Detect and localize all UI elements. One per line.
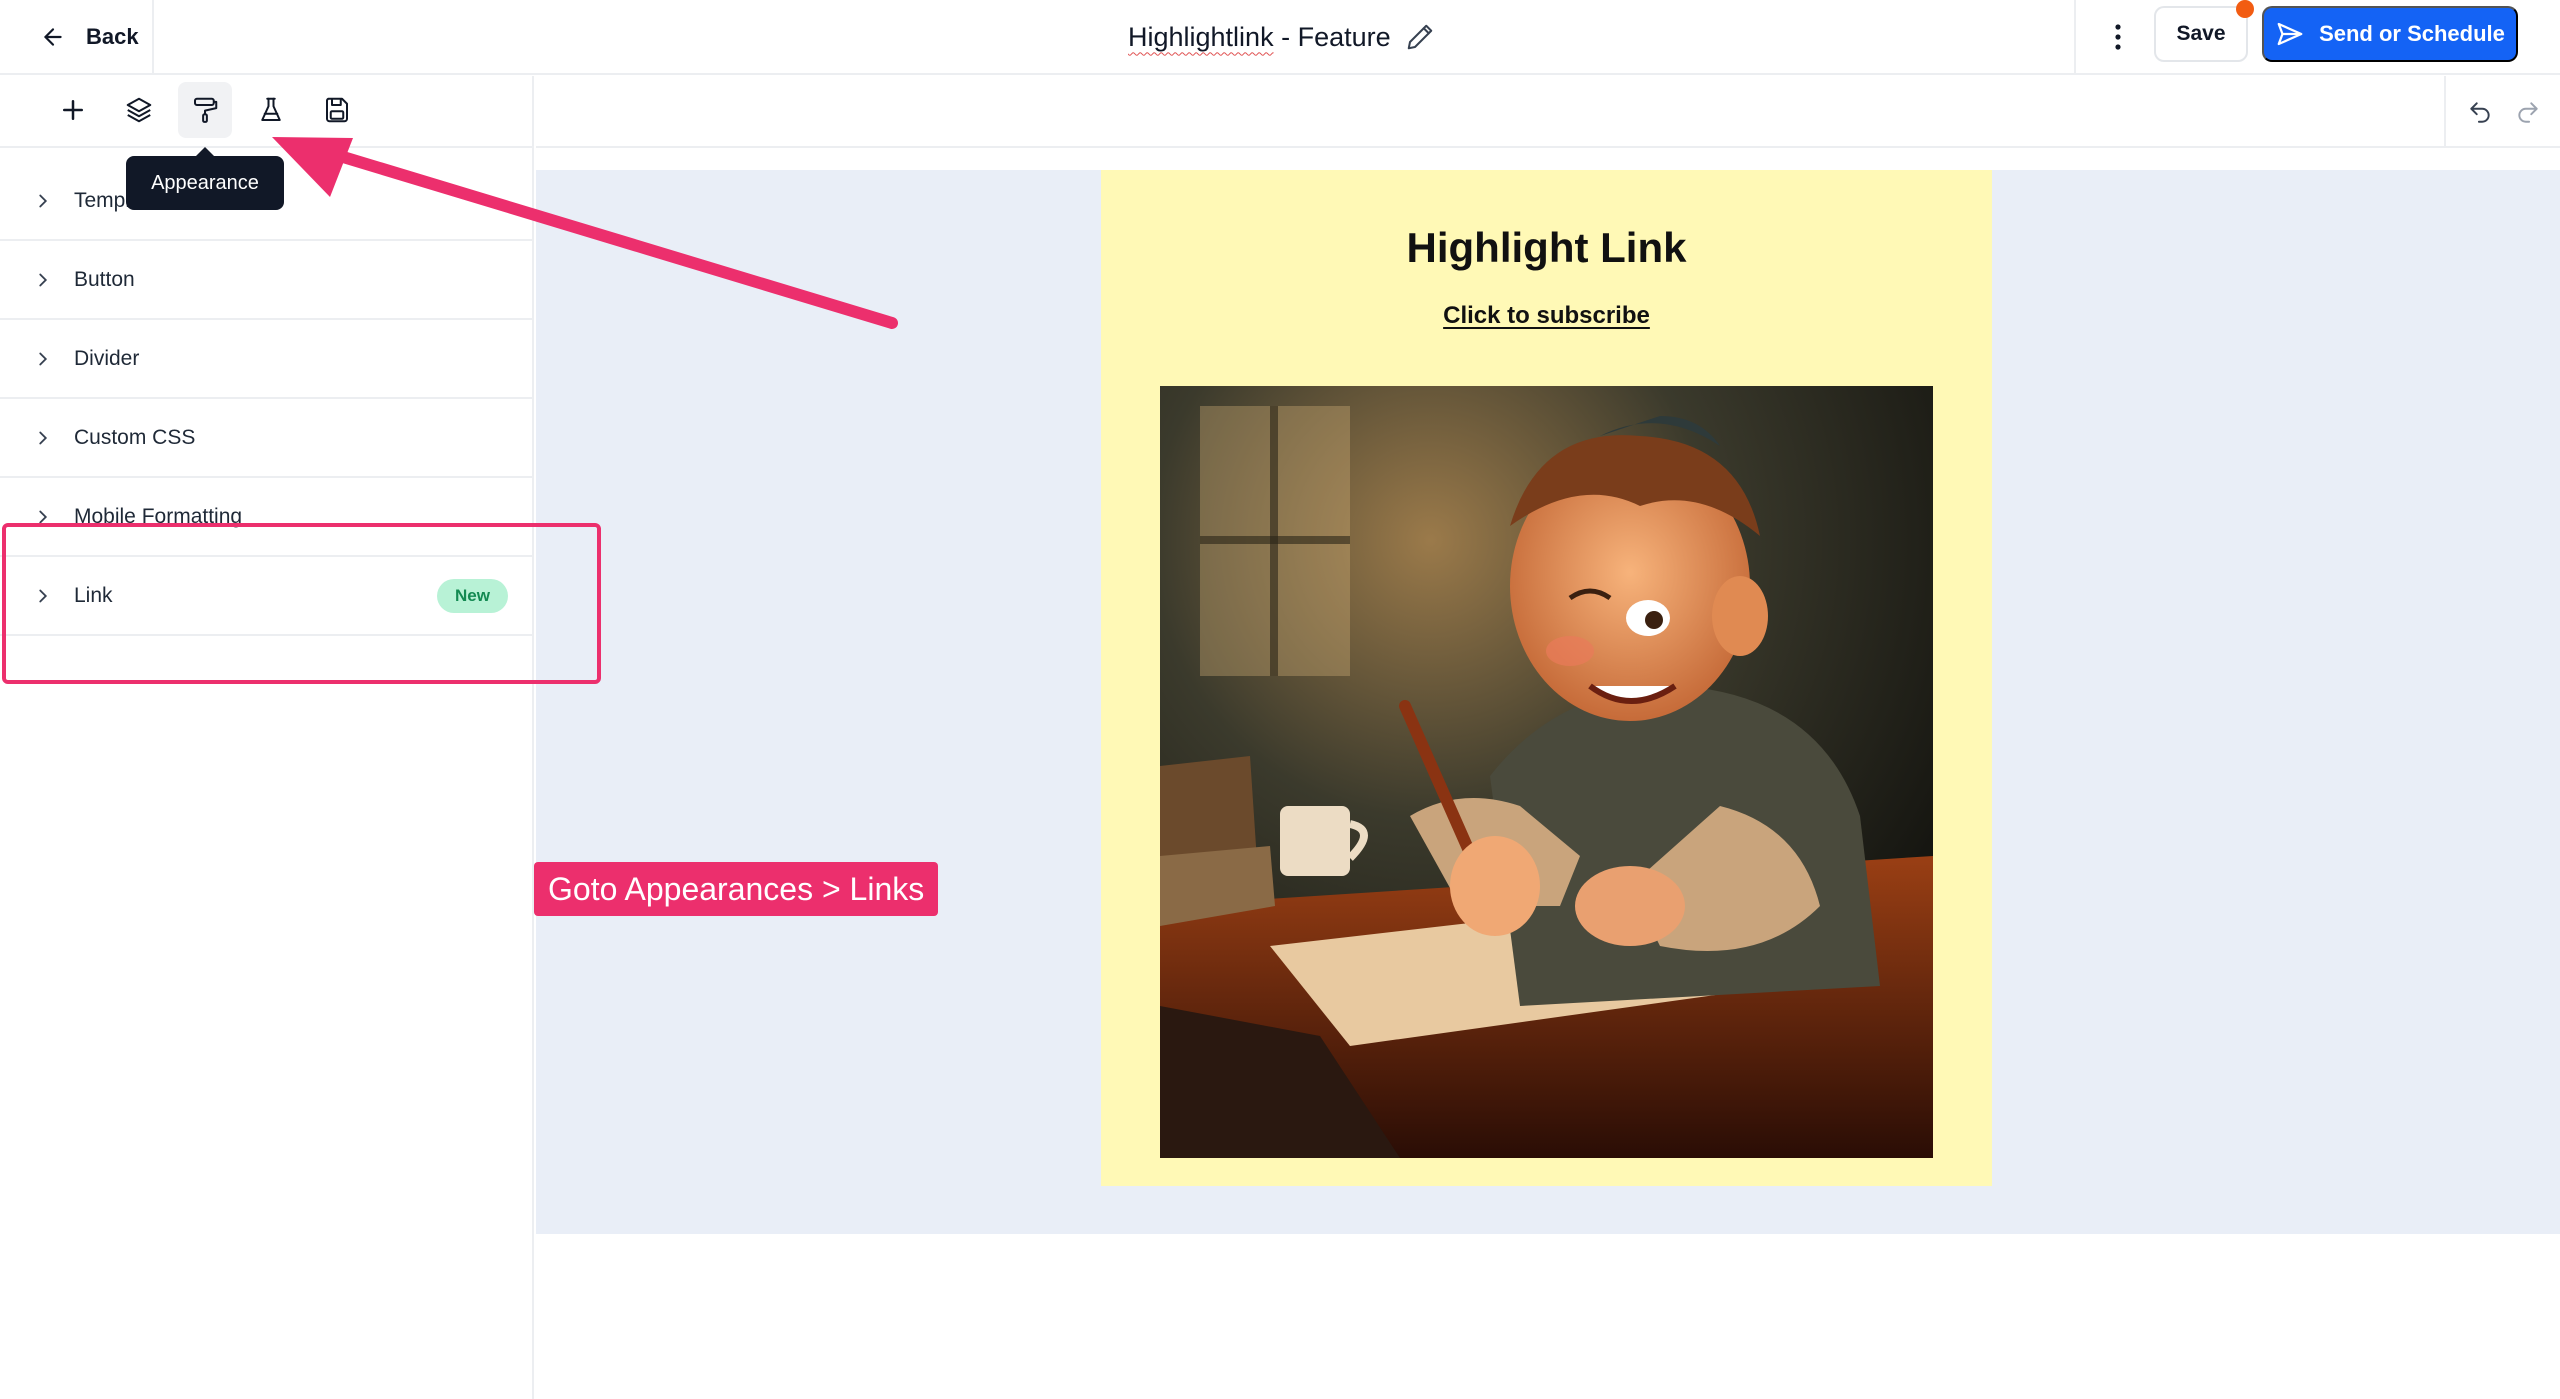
document-title[interactable]: Highlightlink - Feature bbox=[1128, 14, 1435, 60]
document-title-text: Highlightlink - Feature bbox=[1128, 21, 1391, 52]
arrow-left-icon bbox=[44, 28, 62, 46]
cartoon-boy-writing-illustration bbox=[1160, 386, 1933, 1158]
pencil-icon[interactable] bbox=[1405, 22, 1435, 52]
layers-icon bbox=[126, 97, 152, 123]
section-button[interactable]: Button bbox=[0, 241, 532, 320]
layers-button[interactable] bbox=[112, 82, 166, 138]
more-vertical-icon bbox=[2115, 24, 2121, 50]
annotation-label: Goto Appearances > Links bbox=[534, 862, 939, 916]
flask-icon bbox=[261, 97, 281, 121]
email-image[interactable] bbox=[1160, 386, 1933, 1158]
section-label: Button bbox=[74, 267, 135, 291]
top-bar: Back Highlightlink - Feature Save Send o… bbox=[0, 0, 2560, 75]
add-block-button[interactable] bbox=[46, 82, 100, 138]
appearance-button[interactable] bbox=[178, 82, 232, 138]
notification-dot bbox=[2236, 0, 2254, 18]
divider bbox=[152, 0, 154, 74]
back-label: Back bbox=[86, 24, 139, 49]
canvas-toolbar bbox=[536, 76, 2560, 148]
chevron-right-icon bbox=[39, 273, 48, 286]
back-button[interactable]: Back bbox=[40, 14, 139, 60]
paint-roller-icon bbox=[194, 97, 218, 123]
send-icon bbox=[2277, 22, 2303, 46]
section-label: Divider bbox=[74, 346, 140, 370]
canvas-bottom-area bbox=[536, 1234, 2560, 1399]
redo-button[interactable] bbox=[2508, 92, 2548, 132]
undo-button[interactable] bbox=[2460, 92, 2500, 132]
test-button[interactable] bbox=[244, 82, 298, 138]
send-or-schedule-button[interactable]: Send or Schedule bbox=[2262, 6, 2518, 62]
chevron-right-icon bbox=[39, 352, 48, 365]
left-sidebar: Appearance Template Button Divider Custo… bbox=[0, 76, 534, 1399]
add-icon bbox=[63, 100, 83, 120]
redo-icon bbox=[2518, 102, 2538, 123]
section-divider[interactable]: Divider bbox=[0, 320, 532, 399]
chevron-right-icon bbox=[39, 194, 48, 207]
more-options-button[interactable] bbox=[2098, 12, 2138, 62]
divider bbox=[2444, 76, 2446, 148]
save-disk-icon bbox=[325, 97, 348, 123]
undo-icon bbox=[2470, 102, 2490, 123]
sidebar-toolbar bbox=[0, 76, 532, 148]
section-custom-css[interactable]: Custom CSS bbox=[0, 399, 532, 478]
chevron-right-icon bbox=[39, 431, 48, 444]
annotation-highlight-box bbox=[2, 523, 601, 684]
appearance-tooltip: Appearance bbox=[126, 147, 284, 210]
divider bbox=[2074, 0, 2076, 74]
save-button[interactable]: Save bbox=[2154, 6, 2248, 62]
send-label: Send or Schedule bbox=[2319, 21, 2505, 46]
section-label: Custom CSS bbox=[74, 425, 196, 449]
save-template-button[interactable] bbox=[310, 82, 364, 138]
